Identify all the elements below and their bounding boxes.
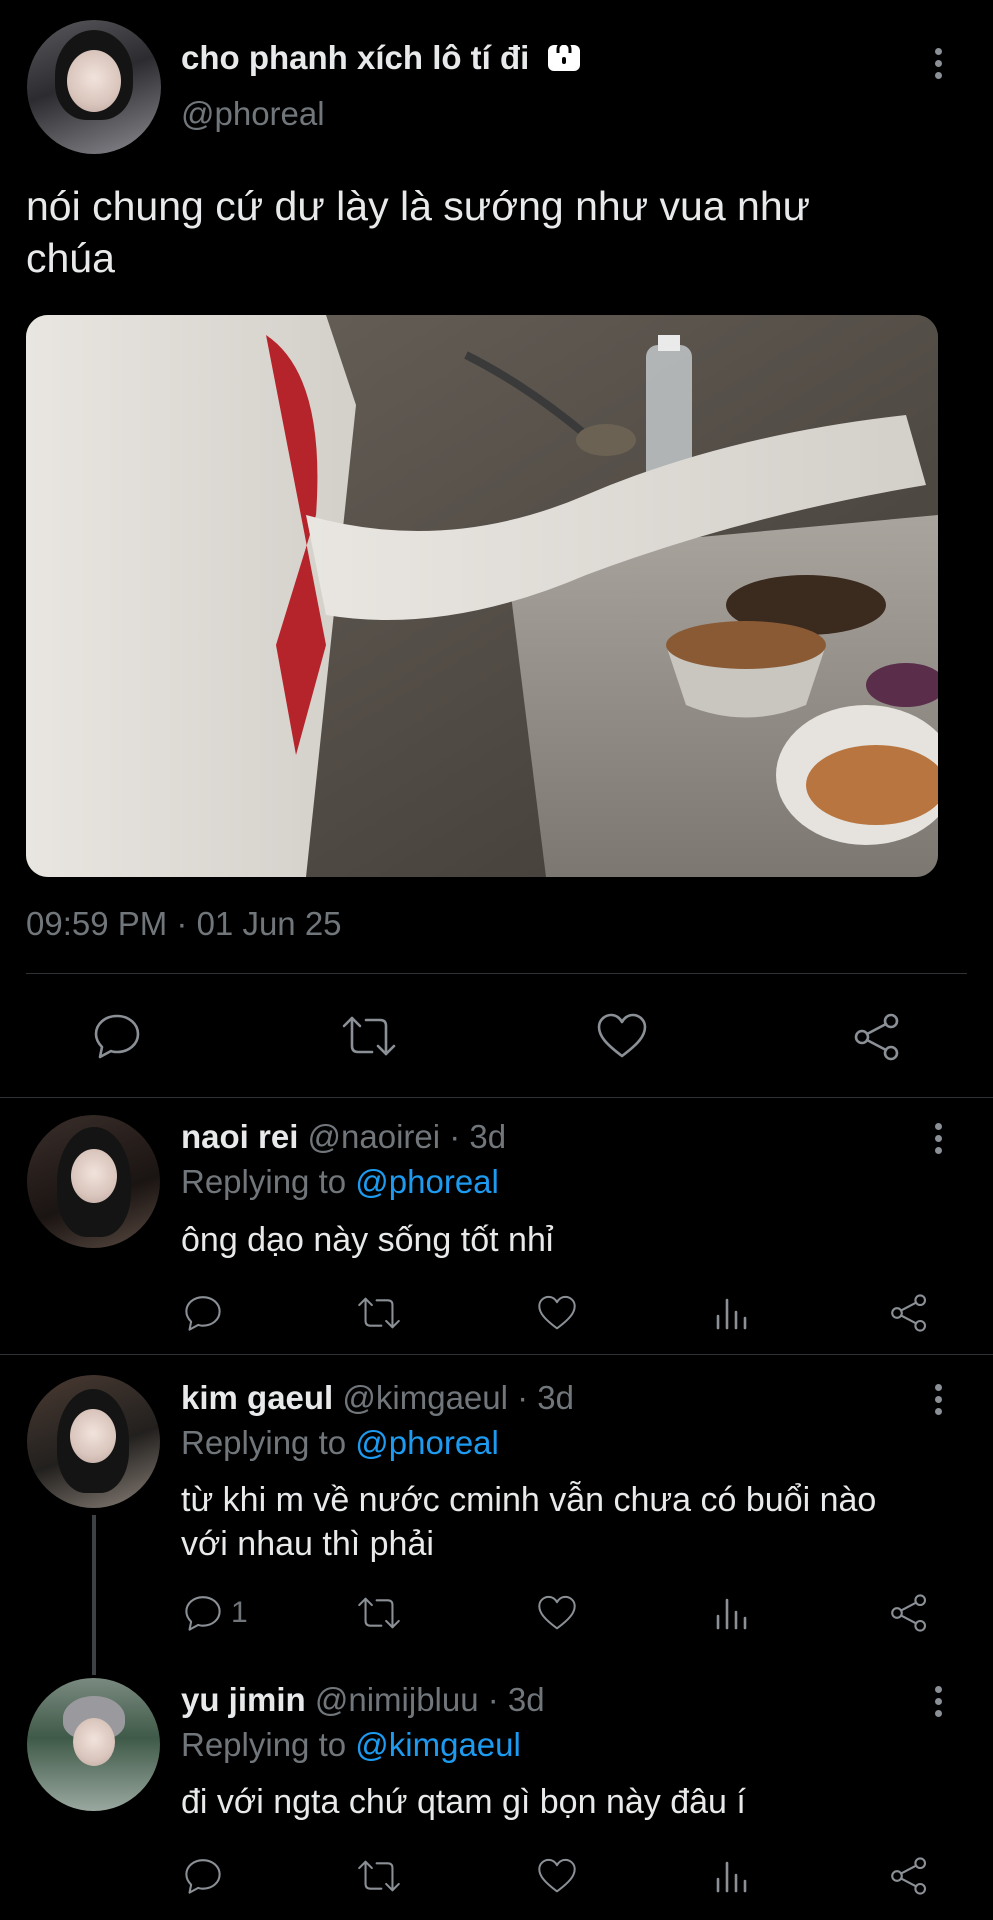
divider — [26, 973, 967, 974]
retweet-button[interactable] — [356, 1594, 402, 1637]
reply-icon — [185, 1596, 221, 1631]
reply-text: từ khi m về nước cminh vẫn chưa có buổi … — [181, 1478, 876, 1566]
like-button[interactable] — [537, 1294, 577, 1337]
retweet-button[interactable] — [356, 1857, 402, 1900]
replying-to-link[interactable]: @kimgaeul — [355, 1726, 521, 1763]
heart-icon — [597, 1013, 647, 1058]
retweet-button[interactable] — [340, 1012, 398, 1065]
share-button[interactable] — [889, 1293, 929, 1338]
tweet-text: nói chung cứ dư lày là sướng như vua như… — [26, 180, 810, 284]
reply-count: 1 — [231, 1596, 248, 1629]
views-icon — [716, 1598, 747, 1630]
tweet-photo-image — [26, 315, 938, 877]
more-icon[interactable] — [935, 1384, 943, 1420]
share-button[interactable] — [889, 1593, 929, 1638]
views-icon — [716, 1298, 747, 1330]
reply-avatar[interactable] — [27, 1678, 160, 1811]
reply-display-name[interactable]: kim gaeul — [181, 1379, 333, 1416]
share-icon — [891, 1594, 927, 1632]
views-button[interactable] — [714, 1294, 750, 1337]
views-button[interactable] — [714, 1857, 750, 1900]
reply-button[interactable] — [183, 1294, 223, 1337]
main-display-name[interactable]: cho phanh xích lô tí đi — [181, 38, 529, 78]
share-icon — [891, 1294, 927, 1332]
like-button[interactable] — [537, 1857, 577, 1900]
share-icon — [891, 1857, 927, 1895]
replying-to: Replying to @kimgaeul — [181, 1725, 521, 1765]
reply-avatar[interactable] — [27, 1115, 160, 1248]
like-button[interactable] — [596, 1012, 648, 1065]
more-icon[interactable] — [935, 1123, 943, 1159]
reply-button[interactable]: 1 — [183, 1594, 248, 1632]
reply-icon — [185, 1296, 221, 1331]
thread-line — [92, 1515, 96, 1675]
lock-icon — [546, 37, 582, 73]
reply-text-line: với nhau thì phải — [181, 1525, 434, 1563]
share-icon — [854, 1013, 899, 1061]
reply-button[interactable] — [183, 1857, 223, 1900]
more-icon[interactable] — [935, 48, 943, 84]
main-avatar[interactable] — [27, 20, 161, 154]
divider — [0, 1354, 993, 1355]
retweet-icon — [342, 1016, 396, 1056]
main-handle[interactable]: @phoreal — [181, 94, 325, 134]
replying-to-label: Replying to — [181, 1424, 356, 1461]
reply-display-name[interactable]: naoi rei — [181, 1118, 298, 1155]
reply-text-line: ông dạo này sống tốt nhỉ — [181, 1221, 554, 1259]
tweet-photo[interactable] — [26, 315, 938, 877]
reply-button[interactable] — [92, 1012, 142, 1065]
reply-handle-time[interactable]: @naoirei · 3d — [308, 1118, 507, 1155]
reply-header: yu jimin @nimijbluu · 3d — [181, 1680, 545, 1720]
retweet-button[interactable] — [356, 1294, 402, 1337]
heart-icon — [538, 1858, 576, 1893]
share-button[interactable] — [889, 1856, 929, 1901]
replying-to-label: Replying to — [181, 1163, 356, 1200]
retweet-icon — [358, 1297, 400, 1329]
reply-text-line: đi với ngta chứ qtam gì bọn này đâu í — [181, 1783, 746, 1821]
replying-to-link[interactable]: @phoreal — [355, 1163, 499, 1200]
replying-to: Replying to @phoreal — [181, 1423, 499, 1463]
like-button[interactable] — [537, 1594, 577, 1637]
reply-display-name[interactable]: yu jimin — [181, 1681, 306, 1718]
reply-text: ông dạo này sống tốt nhỉ — [181, 1218, 553, 1262]
retweet-icon — [358, 1860, 400, 1892]
reply-header: kim gaeul @kimgaeul · 3d — [181, 1378, 574, 1418]
views-icon — [716, 1861, 747, 1893]
tweet-timestamp[interactable]: 09:59 PM · 01 Jun 25 — [26, 904, 342, 944]
views-button[interactable] — [714, 1594, 750, 1637]
reply-header: naoi rei @naoirei · 3d — [181, 1117, 506, 1157]
reply-avatar[interactable] — [27, 1375, 160, 1508]
replying-to-link[interactable]: @phoreal — [355, 1424, 499, 1461]
retweet-icon — [358, 1597, 400, 1629]
heart-icon — [538, 1595, 576, 1630]
more-icon[interactable] — [935, 1686, 943, 1722]
replying-to-label: Replying to — [181, 1726, 356, 1763]
reply-handle-time[interactable]: @nimijbluu · 3d — [315, 1681, 545, 1718]
share-button[interactable] — [852, 1012, 902, 1067]
reply-handle-time[interactable]: @kimgaeul · 3d — [342, 1379, 574, 1416]
heart-icon — [538, 1295, 576, 1330]
reply-icon — [185, 1859, 221, 1894]
replying-to: Replying to @phoreal — [181, 1162, 499, 1202]
tweet-text-line: chúa — [26, 235, 115, 281]
reply-text: đi với ngta chứ qtam gì bọn này đâu í — [181, 1780, 746, 1824]
tweet-text-line: nói chung cứ dư lày là sướng như vua như — [26, 183, 811, 229]
reply-icon — [94, 1014, 140, 1059]
reply-text-line: từ khi m về nước cminh vẫn chưa có buổi … — [181, 1481, 877, 1519]
divider — [0, 1097, 993, 1098]
